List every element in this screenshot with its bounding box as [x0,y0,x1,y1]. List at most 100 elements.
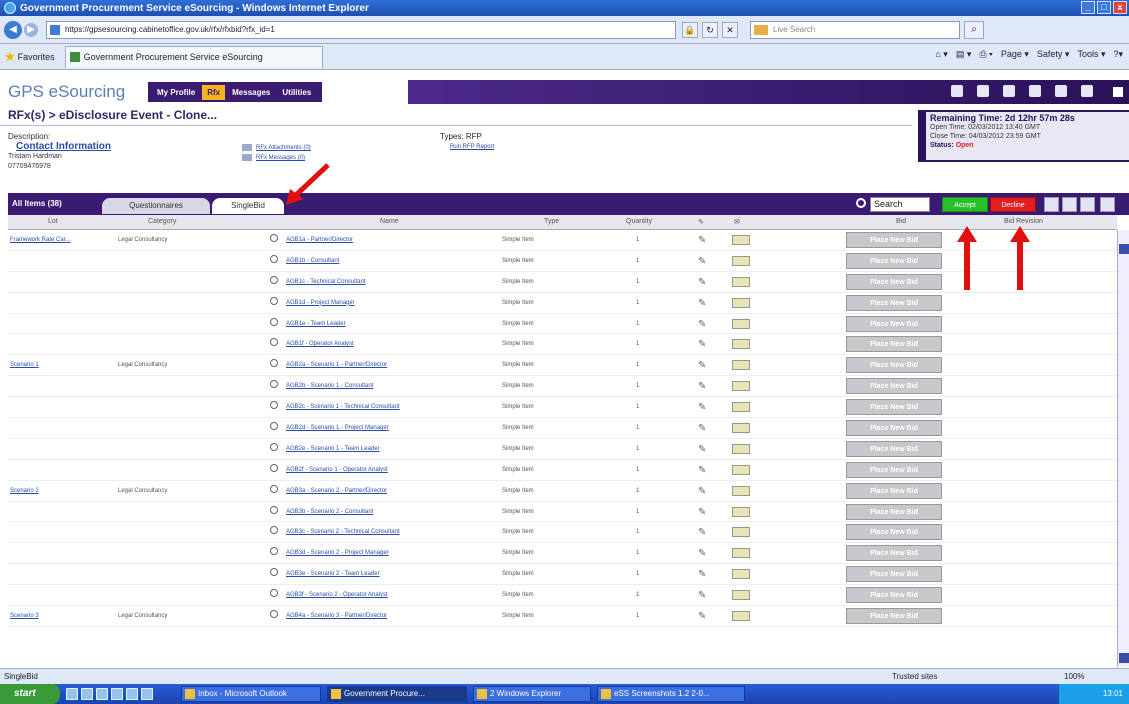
scroll-up-icon[interactable] [1119,244,1129,254]
export-icon[interactable] [1062,197,1077,212]
row-select-radio[interactable] [270,505,278,514]
item-name-link[interactable]: AGB3d - Scenario 2 - Project Manager [286,550,389,556]
quick-launch-icon[interactable] [66,688,78,700]
forward-icon[interactable]: ▶ [24,22,38,37]
columns-icon[interactable] [1080,197,1095,212]
item-name-link[interactable]: AGB3f - Scenario 2 - Operator Analyst [286,592,388,598]
task-ie[interactable]: Government Procure... [327,686,467,702]
system-tray-clock[interactable]: 13:01 [1059,684,1129,704]
quick-launch-icon[interactable] [141,688,153,700]
place-bid-button[interactable]: Place New Bid [846,315,942,332]
row-select-radio[interactable] [270,359,278,368]
attachment-icon[interactable]: ✎ [698,423,706,434]
message-icon[interactable] [732,464,750,475]
favorites-label[interactable]: Favorites [18,52,55,62]
user-icon[interactable] [951,85,963,97]
item-name-link[interactable]: AGB2f - Scenario 1 - Operator Analyst [286,467,388,473]
attachment-icon[interactable]: ✎ [698,402,706,413]
message-icon[interactable] [732,590,750,601]
row-select-radio[interactable] [270,338,278,347]
item-name-link[interactable]: AGB1d - Project Manager [286,300,355,306]
row-select-radio[interactable] [270,296,278,305]
place-bid-button[interactable]: Place New Bid [846,503,942,520]
attachment-icon[interactable]: ✎ [698,486,706,497]
row-select-radio[interactable] [270,317,278,326]
row-select-radio[interactable] [270,380,278,389]
place-bid-button[interactable]: Place New Bid [846,461,942,478]
minimize-button[interactable]: _ [1081,1,1095,14]
settings-grid-icon[interactable] [1100,197,1115,212]
item-name-link[interactable]: AGB3a - Scenario 2 - Partner/Director [286,488,387,494]
logout-icon[interactable] [1111,85,1125,99]
grid-icon[interactable] [977,85,989,97]
place-bid-button[interactable]: Place New Bid [846,273,942,290]
stop-icon[interactable]: ✕ [722,21,738,38]
maximize-button[interactable]: □ [1097,1,1111,14]
breadcrumb[interactable]: RFx(s) > eDisclosure Event - Clone... [8,108,217,122]
nav-utilities[interactable]: Utilities [277,85,316,100]
attachment-icon[interactable]: ✎ [698,548,706,559]
binoculars-icon[interactable] [1044,197,1059,212]
nav-rfx[interactable]: Rfx [202,84,226,100]
item-name-link[interactable]: AGB1b - Consultant [286,258,339,264]
nav-messages[interactable]: Messages [227,85,275,100]
task-screenshots[interactable]: eSS Screenshots 1.2 2-0... [597,686,745,702]
tab-questionnaires[interactable]: Questionnaires [102,198,210,214]
col-lot[interactable]: Lot [48,218,58,225]
place-bid-button[interactable]: Place New Bid [846,420,942,437]
col-name[interactable]: Name [380,218,399,225]
place-bid-button[interactable]: Place New Bid [846,357,942,374]
chart-icon[interactable] [1081,85,1093,97]
col-category[interactable]: Category [148,218,176,225]
attachment-icon[interactable]: ✎ [698,360,706,371]
row-select-radio[interactable] [270,254,278,263]
contact-link[interactable]: Contact Information [16,142,111,152]
attachment-icon[interactable]: ✎ [698,256,706,267]
place-bid-button[interactable]: Place New Bid [846,294,942,311]
attachment-icon[interactable]: ✎ [698,444,706,455]
message-icon[interactable] [732,381,750,392]
attachment-icon[interactable]: ✎ [698,527,706,538]
message-icon[interactable] [732,360,750,371]
attachment-icon[interactable]: ✎ [698,339,706,350]
refresh-icon[interactable]: ↻ [702,21,718,38]
lot-link[interactable]: Scenario 1 [10,362,39,368]
row-select-radio[interactable] [270,526,278,535]
decline-button[interactable]: Decline [990,197,1036,212]
attachment-icon[interactable]: ✎ [698,235,706,246]
lot-link[interactable]: Framework Rate Car... [10,237,70,243]
tab-singlebid[interactable]: SingleBid [212,198,284,214]
attachment-icon[interactable]: ✎ [698,319,706,330]
message-icon[interactable] [732,255,750,266]
attachment-icon[interactable]: ✎ [698,381,706,392]
item-name-link[interactable]: AGB2a - Scenario 1 - Partner/Director [286,362,387,368]
url-field[interactable]: https://gpsesourcing.cabinetoffice.gov.u… [46,20,676,39]
place-bid-button[interactable]: Place New Bid [846,545,942,562]
place-bid-button[interactable]: Place New Bid [846,440,942,457]
print-icon[interactable]: ⎙ ▾ [979,49,992,60]
search-input[interactable]: Search [870,197,930,212]
lot-link[interactable]: Scenario 3 [10,613,39,619]
row-select-radio[interactable] [270,422,278,431]
col-quantity[interactable]: Quantity [626,218,652,225]
message-icon[interactable] [732,423,750,434]
lock-icon[interactable]: 🔒 [682,21,698,38]
search-icon[interactable] [856,198,866,208]
item-name-link[interactable]: AGB1f - Operator Analyst [286,341,354,347]
window-icon[interactable] [1029,85,1041,97]
col-bid[interactable]: Bid [896,218,906,225]
item-name-link[interactable]: AGB2c - Scenario 1 - Technical Consultan… [286,404,400,410]
task-outlook[interactable]: Inbox - Microsoft Outlook [181,686,321,702]
settings-icon[interactable] [1003,85,1015,97]
item-name-link[interactable]: AGB3c - Scenario 2 - Technical Consultan… [286,529,400,535]
lot-link[interactable]: Scenario 2 [10,488,39,494]
place-bid-button[interactable]: Place New Bid [846,524,942,541]
message-icon[interactable] [732,548,750,559]
message-icon[interactable] [732,485,750,496]
scroll-down-icon[interactable] [1119,653,1129,663]
place-bid-button[interactable]: Place New Bid [846,252,942,269]
close-button[interactable]: x [1113,1,1127,14]
message-icon[interactable] [732,527,750,538]
item-name-link[interactable]: AGB4a - Scenario 3 - Partner/Director [286,613,387,619]
report-link[interactable]: Run RFP Report [450,142,494,152]
